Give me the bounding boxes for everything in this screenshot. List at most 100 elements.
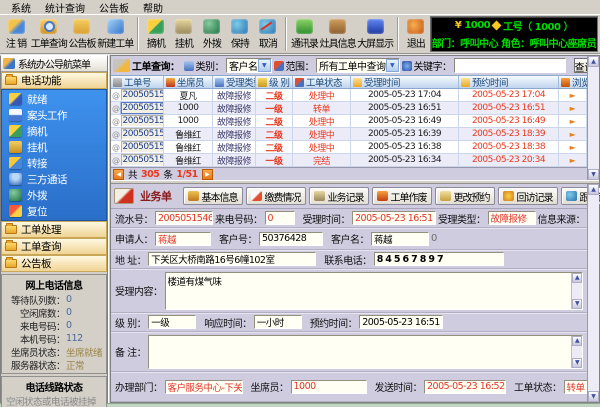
header-order-id[interactable]: 工单号: [111, 76, 164, 88]
menu-system[interactable]: 系统: [4, 0, 38, 15]
header-accept-time[interactable]: 受理时间: [351, 76, 459, 88]
order-id[interactable]: 2005051547: [121, 89, 165, 101]
tab-payment-status[interactable]: 缴费情况: [246, 187, 306, 205]
content-scrollbar[interactable]: ▲ ▼: [571, 273, 582, 309]
response-field[interactable]: 一小时: [254, 315, 302, 329]
remark-scrollbar[interactable]: ▲ ▼: [571, 336, 582, 368]
order-query-button[interactable]: 工单查询: [30, 15, 67, 53]
accept-time-field[interactable]: 2005-05-23 16:51: [352, 211, 436, 225]
header-appoint-time[interactable]: 预约时间: [459, 76, 559, 88]
scroll-down-icon[interactable]: ▼: [572, 358, 582, 368]
new-order-button[interactable]: 新建工单: [96, 15, 133, 53]
sidebar-item-threeway-call[interactable]: 三方通话: [2, 171, 106, 187]
remark-textarea[interactable]: ▲ ▼: [148, 335, 583, 369]
cancel-button[interactable]: 取消: [254, 15, 282, 53]
sidebar-item-offhook[interactable]: 摘机: [2, 123, 106, 139]
range-select[interactable]: 所有工单中查询▼: [316, 58, 400, 73]
sidebar-item-dialout[interactable]: 外拨: [2, 187, 106, 203]
form-agent-field[interactable]: 1000: [291, 380, 367, 394]
content-textarea[interactable]: 楼道有煤气味 ▲ ▼: [165, 272, 584, 310]
transfer-label: 转接: [27, 156, 47, 171]
chevron-down-icon[interactable]: ▼: [386, 59, 399, 72]
sidebar-section-phone[interactable]: 电话功能: [1, 72, 107, 89]
tab-basic-info[interactable]: 基本信息: [183, 187, 243, 205]
browse-icon[interactable]: ►: [570, 117, 576, 126]
header-status[interactable]: 工单状态: [293, 76, 351, 88]
browse-icon[interactable]: ►: [570, 143, 576, 152]
scroll-up-icon[interactable]: ▲: [572, 273, 582, 283]
table-row[interactable]: @2005051543 鲁维红 故障报修 二级 处理中 2005-05-23 1…: [111, 128, 587, 141]
tab-business-records[interactable]: 业务记录: [309, 187, 369, 205]
sidebar-item-transfer[interactable]: 转接: [2, 155, 106, 171]
menu-help[interactable]: 帮助: [136, 0, 170, 15]
applicant-field[interactable]: 蒋越: [155, 232, 211, 246]
scroll-down-icon[interactable]: ▼: [588, 391, 599, 402]
hold-button[interactable]: 保持: [226, 15, 254, 53]
prev-page-button[interactable]: ◀: [113, 169, 124, 180]
level-field[interactable]: 一级: [148, 315, 196, 329]
order-status-field[interactable]: 转单: [564, 380, 588, 394]
stove-info-button[interactable]: 灶具信息: [319, 15, 356, 53]
address-field[interactable]: 下关区大桥南路16号6幢102室: [148, 252, 316, 266]
table-footer: ◀ 共 305 条 1/51 ▶: [111, 167, 587, 180]
hangup-button[interactable]: 挂机: [170, 15, 198, 53]
exit-button[interactable]: 退出: [402, 15, 430, 53]
table-row-selected[interactable]: @2005051546 1000 故障报修 一级 转单 2005-05-23 1…: [111, 102, 587, 115]
type-select[interactable]: 客户名▼: [226, 58, 272, 73]
table-row[interactable]: @2005051547 夏凡 故障报修 二级 处理中 2005-05-23 17…: [111, 89, 587, 102]
scroll-up-icon[interactable]: ▲: [572, 336, 582, 346]
order-id[interactable]: 2005051541: [121, 154, 165, 166]
offhook-button[interactable]: 摘机: [142, 15, 170, 53]
order-id[interactable]: 2005051542: [121, 141, 165, 153]
logout-button[interactable]: 注 销: [2, 15, 30, 53]
contacts-button[interactable]: 通讯录: [290, 15, 319, 53]
order-id[interactable]: 2005051543: [121, 128, 165, 140]
table-row[interactable]: @2005051545 1000 故障报修 二级 处理中 2005-05-23 …: [111, 115, 587, 128]
big-screen-button[interactable]: 大屏显示: [356, 15, 393, 53]
order-id[interactable]: 2005051546: [121, 102, 165, 114]
sidebar-section-bulletin[interactable]: 公告板: [1, 255, 107, 272]
sidebar-section-order-query[interactable]: 工单查询: [1, 238, 107, 255]
form-scrollbar[interactable]: ▲ ▼: [587, 184, 599, 402]
sidebar-item-reset[interactable]: 复位: [2, 203, 106, 219]
header-browse[interactable]: 浏览: [559, 76, 587, 88]
browse-icon[interactable]: ►: [570, 130, 576, 139]
scroll-up-icon[interactable]: ▲: [588, 184, 599, 195]
tab-void-order[interactable]: 工单作废: [372, 187, 432, 205]
chevron-down-icon[interactable]: ▼: [258, 59, 271, 72]
sidebar-item-ready[interactable]: 就绪: [2, 91, 106, 107]
customer-name-field[interactable]: 蒋越: [371, 232, 429, 246]
table-scrollbar[interactable]: ▲ ▼: [587, 56, 599, 180]
next-page-button[interactable]: ▶: [202, 169, 213, 180]
header-level[interactable]: 级 别: [256, 76, 293, 88]
keyword-input[interactable]: [454, 58, 566, 73]
dialout-button[interactable]: 外拨: [198, 15, 226, 53]
order-id[interactable]: 2005051545: [121, 115, 165, 127]
scroll-down-icon[interactable]: ▼: [588, 169, 599, 180]
table-row[interactable]: @2005051541 鲁维红 故障报修 一级 完结 2005-05-23 16…: [111, 154, 587, 167]
serial-field[interactable]: 2005051546: [155, 211, 213, 225]
scroll-up-icon[interactable]: ▲: [588, 56, 599, 67]
header-accept-type[interactable]: 受理类型: [213, 76, 256, 88]
customer-no-field[interactable]: 50376428: [259, 232, 323, 246]
menu-stats-query[interactable]: 统计查询: [38, 0, 92, 15]
sidebar-item-desk-work[interactable]: 案头工作: [2, 107, 106, 123]
tab-callback-records[interactable]: 回访记录: [498, 187, 558, 205]
phone-field[interactable]: 84567897: [374, 252, 504, 266]
appoint-field[interactable]: 2005-05-23 16:51: [359, 315, 443, 329]
browse-icon[interactable]: ►: [570, 91, 576, 100]
dept-field[interactable]: 客户服务中心-下关: [165, 380, 243, 394]
sidebar-item-hangup[interactable]: 挂机: [2, 139, 106, 155]
accept-type-field[interactable]: 故障报修: [488, 211, 536, 225]
send-time-field[interactable]: 2005-05-23 16:52: [424, 380, 506, 394]
browse-icon[interactable]: ►: [570, 104, 576, 113]
browse-icon[interactable]: ►: [570, 156, 576, 165]
caller-field[interactable]: 0: [265, 211, 295, 225]
bulletin-button[interactable]: 公告板: [67, 15, 96, 53]
menu-bulletin[interactable]: 公告板: [92, 0, 136, 15]
table-row[interactable]: @2005051542 鲁维红 故障报修 二级 处理中 2005-05-23 1…: [111, 141, 587, 154]
header-agent[interactable]: 坐席员: [164, 76, 213, 88]
scroll-down-icon[interactable]: ▼: [572, 299, 582, 309]
tab-change-appointment[interactable]: 更改预约: [435, 187, 495, 205]
sidebar-section-order-processing[interactable]: 工单处理: [1, 221, 107, 238]
